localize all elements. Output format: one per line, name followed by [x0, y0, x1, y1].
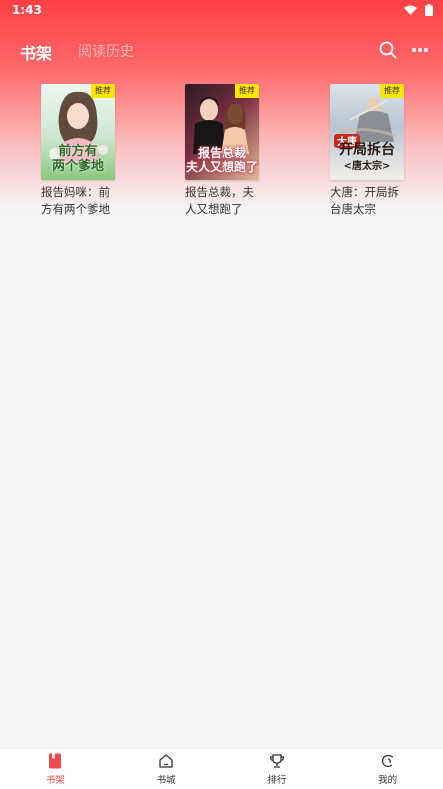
battery-icon	[425, 4, 433, 16]
book-cover[interactable]: 推荐 报告总裁 夫人又想跑了	[185, 84, 259, 180]
header: 书架 阅读历史	[0, 28, 443, 72]
status-bar: 1:43	[0, 0, 443, 22]
book-item[interactable]: 推荐 前方有 两个爹地 报告妈咪：前方有两个爹地	[41, 84, 117, 218]
trophy-icon	[268, 752, 286, 770]
profile-icon	[379, 752, 397, 770]
nav-label: 书架	[45, 775, 65, 786]
status-time: 1:43	[12, 3, 42, 17]
nav-label: 我的	[378, 775, 398, 786]
cover-title: 报告总裁 夫人又想跑了	[185, 146, 258, 174]
book-title[interactable]: 报告总裁，夫人又想跑了	[185, 184, 261, 218]
nav-ranking[interactable]: 排行	[222, 749, 333, 789]
book-cover[interactable]: 大唐 推荐 开局拆台 <唐太宗>	[330, 84, 404, 180]
recommend-badge: 推荐	[91, 84, 115, 98]
book-cover[interactable]: 推荐 前方有 两个爹地	[41, 84, 115, 180]
home-icon	[157, 752, 175, 770]
tab-reading-history[interactable]: 阅读历史	[78, 41, 134, 61]
nav-profile[interactable]: 我的	[332, 749, 443, 789]
nav-label: 书城	[156, 775, 176, 786]
nav-bookstore[interactable]: 书城	[111, 749, 222, 789]
wifi-icon	[404, 5, 417, 15]
header-icons	[377, 39, 431, 61]
cover-title: 开局拆台 <唐太宗>	[339, 142, 395, 173]
status-icons	[404, 4, 433, 16]
more-icon[interactable]	[409, 39, 431, 61]
book-item[interactable]: 大唐 推荐 开局拆台 <唐太宗> 大唐：开局拆台唐太宗	[330, 84, 406, 218]
book-icon	[46, 752, 64, 770]
book-item[interactable]: 推荐 报告总裁 夫人又想跑了 报告总裁，夫人又想跑了	[185, 84, 261, 218]
tab-bookshelf[interactable]: 书架	[20, 40, 52, 64]
bottom-nav: 书架 书城 排行 我的	[0, 748, 443, 789]
nav-label: 排行	[267, 775, 287, 786]
search-icon[interactable]	[377, 39, 399, 61]
recommend-badge: 推荐	[380, 84, 404, 98]
cover-title: 前方有 两个爹地	[51, 144, 104, 174]
book-title[interactable]: 报告妈咪：前方有两个爹地	[41, 184, 117, 218]
book-title[interactable]: 大唐：开局拆台唐太宗	[330, 184, 406, 218]
recommend-badge: 推荐	[235, 84, 259, 98]
nav-bookshelf[interactable]: 书架	[0, 749, 111, 789]
